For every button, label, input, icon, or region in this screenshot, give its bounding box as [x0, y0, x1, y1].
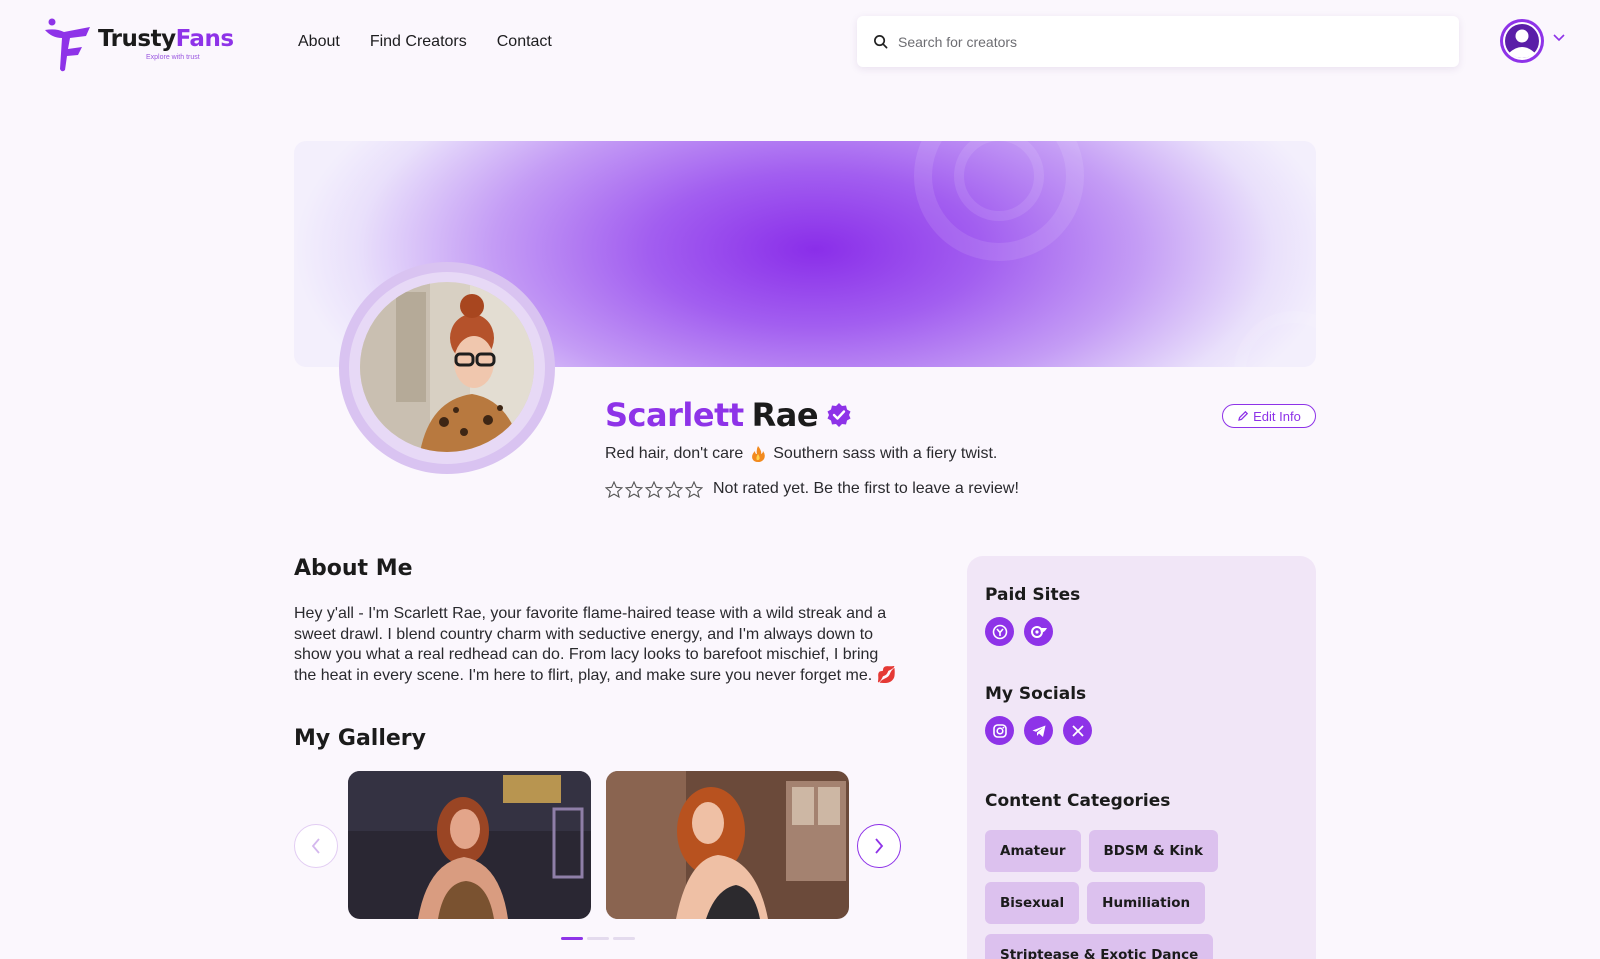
rating-text: Not rated yet. Be the first to leave a r… [713, 480, 1019, 497]
search-input[interactable] [898, 33, 1418, 50]
edit-info-label: Edit Info [1253, 408, 1301, 424]
brand-tagline: Explore with trust [146, 54, 200, 61]
search-box [857, 16, 1459, 67]
onlyfans-icon[interactable] [1024, 617, 1053, 646]
nav-contact[interactable]: Contact [497, 33, 552, 51]
gallery-next-button[interactable] [857, 824, 901, 868]
fire-icon [752, 446, 766, 462]
category-chip[interactable]: BDSM & Kink [1088, 830, 1219, 872]
chevron-left-icon [311, 838, 320, 854]
profile-sidebar: Paid Sites My Socials Content Categories… [967, 556, 1316, 959]
pencil-icon [1238, 410, 1249, 421]
gallery-dot[interactable] [587, 937, 609, 940]
gallery-pagination [561, 937, 635, 940]
star-empty-icon[interactable] [685, 480, 703, 498]
fansly-icon[interactable] [985, 617, 1014, 646]
star-empty-icon[interactable] [625, 480, 643, 498]
category-chip[interactable]: Humiliation [1087, 882, 1206, 924]
main-nav: About Find Creators Contact [298, 33, 552, 51]
profile-tagline: Red hair, don't care Southern sass with … [605, 445, 997, 463]
socials-list [985, 716, 1092, 745]
rating-row: Not rated yet. Be the first to leave a r… [605, 480, 1019, 498]
paid-sites-heading: Paid Sites [985, 585, 1081, 605]
chevron-down-icon[interactable] [1553, 34, 1565, 42]
logo[interactable]: TrustyFans Explore with trust [42, 14, 252, 72]
telegram-icon[interactable] [1024, 716, 1053, 745]
star-rating[interactable] [605, 480, 703, 498]
gallery-photo-2[interactable] [606, 771, 849, 919]
search-icon [874, 35, 888, 49]
x-icon[interactable] [1063, 716, 1092, 745]
gallery-prev-button[interactable] [294, 824, 338, 868]
star-empty-icon[interactable] [645, 480, 663, 498]
chevron-right-icon [875, 838, 884, 854]
star-empty-icon[interactable] [665, 480, 683, 498]
tagline-text: Red hair, don't care [605, 445, 744, 462]
paid-sites-list [985, 617, 1053, 646]
edit-info-button[interactable]: Edit Info [1222, 404, 1316, 428]
logo-mark-icon [45, 18, 90, 72]
socials-heading: My Socials [985, 684, 1087, 704]
verified-badge-icon [827, 403, 851, 427]
last-name: Rae [751, 396, 819, 434]
category-chip[interactable]: Striptease & Exotic Dance [985, 934, 1214, 959]
gallery-photo-1[interactable] [348, 771, 591, 919]
content-categories-heading: Content Categories [985, 791, 1171, 811]
profile-photo [360, 282, 534, 452]
user-avatar-icon[interactable] [1499, 18, 1545, 64]
brand-name: TrustyFans [98, 26, 234, 52]
nav-find-creators[interactable]: Find Creators [370, 33, 467, 51]
about-text: Hey y'all - I'm Scarlett Rae, your favor… [294, 605, 897, 684]
category-chip[interactable]: Bisexual [985, 882, 1080, 924]
nav-about[interactable]: About [298, 33, 340, 51]
about-heading: About Me [294, 556, 413, 581]
category-chip[interactable]: Amateur [985, 830, 1081, 872]
gallery-dot[interactable] [613, 937, 635, 940]
instagram-icon[interactable] [985, 716, 1014, 745]
first-name: Scarlett [605, 396, 744, 434]
gallery-heading: My Gallery [294, 726, 426, 751]
star-empty-icon[interactable] [605, 480, 623, 498]
profile-name: Scarlett Rae [605, 396, 852, 434]
tagline-text: Southern sass with a fiery twist. [773, 445, 998, 462]
gallery-dot[interactable] [561, 937, 583, 940]
category-chips: Amateur BDSM & Kink Bisexual Humiliation… [985, 830, 1305, 959]
banner-ring-decoration [1234, 311, 1316, 367]
